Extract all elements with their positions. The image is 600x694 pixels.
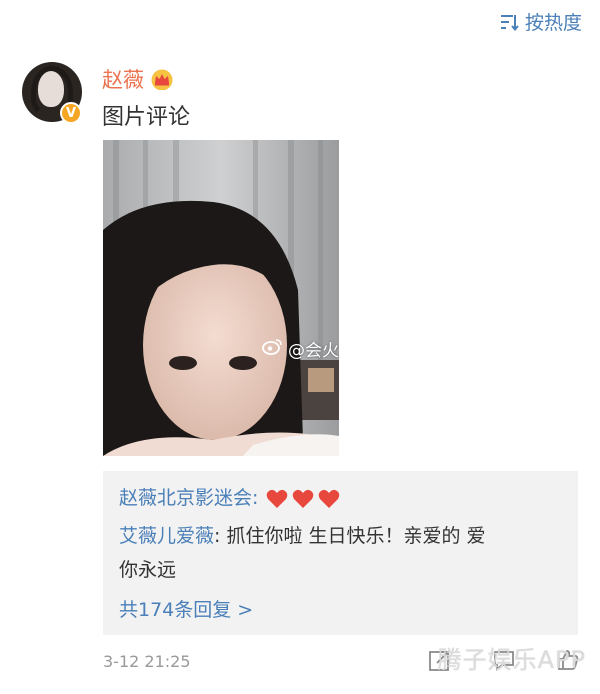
- reply-separator: :: [252, 487, 265, 509]
- heart-icon: [318, 489, 340, 509]
- reply-separator: :: [214, 525, 227, 547]
- like-icon[interactable]: [556, 648, 580, 672]
- comment-timestamp: 3-12 21:25: [103, 652, 191, 671]
- image-watermark: @会火: [262, 336, 339, 361]
- avatar-face: [38, 71, 64, 107]
- author-name: 赵薇: [102, 68, 144, 92]
- sort-label: 按热度: [524, 12, 582, 34]
- comment-text: 图片评论: [102, 105, 191, 130]
- sort-icon: [499, 13, 519, 31]
- reply-item[interactable]: 艾薇儿爱薇: 抓住你啦 生日快乐！亲爱的 爱: [119, 521, 486, 551]
- more-replies-link[interactable]: 共174条回复 >: [119, 595, 253, 625]
- replies-box: 赵薇北京影迷会: 艾薇儿爱薇: 抓住你啦 生日快乐！亲爱的 爱 你永远 共174…: [103, 471, 578, 635]
- comment-author[interactable]: 赵薇: [102, 64, 174, 94]
- share-icon[interactable]: [428, 648, 452, 672]
- selfie-photo: [103, 140, 339, 456]
- watermark-text: @会火: [288, 341, 339, 361]
- reply-body-continued: 你永远: [119, 555, 176, 585]
- reply-item[interactable]: 赵薇北京影迷会:: [119, 483, 340, 513]
- sort-toggle[interactable]: 按热度: [499, 8, 582, 35]
- reply-author[interactable]: 赵薇北京影迷会: [119, 487, 252, 509]
- heart-icon: [292, 489, 314, 509]
- comment-icon[interactable]: [492, 648, 516, 672]
- crown-icon: [150, 68, 174, 90]
- hearts: [266, 489, 340, 509]
- comment-image[interactable]: [103, 140, 339, 456]
- heart-icon: [266, 489, 288, 509]
- reply-body: 抓住你啦 生日快乐！亲爱的 爱: [226, 525, 486, 547]
- weibo-icon: [262, 337, 284, 360]
- reply-author[interactable]: 艾薇儿爱薇: [119, 525, 214, 547]
- verified-badge: V: [60, 102, 82, 124]
- comment-actions: [428, 648, 580, 672]
- reply-body-line2: 你永远: [119, 559, 177, 581]
